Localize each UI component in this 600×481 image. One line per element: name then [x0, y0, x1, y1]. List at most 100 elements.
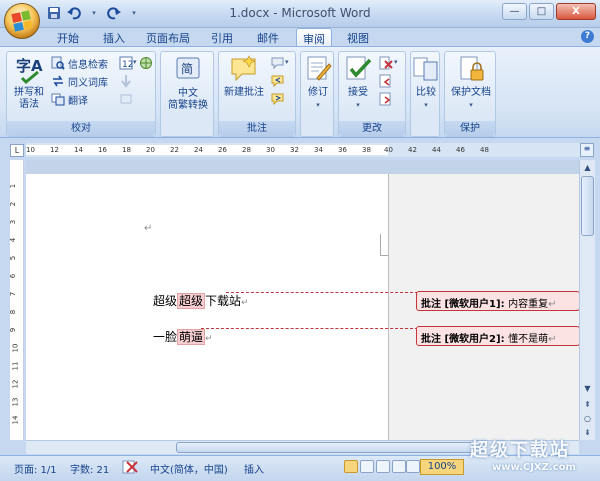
tab-home[interactable]: 开始	[50, 28, 86, 46]
group-tracking: 修订 ▾	[300, 51, 334, 137]
tab-insert[interactable]: 插入	[96, 28, 132, 46]
accept-button[interactable]: 接受 ▾	[341, 54, 375, 111]
previous-page-icon[interactable]: ⇞	[581, 398, 594, 411]
disabled-tool-icon	[119, 74, 133, 88]
tab-selector[interactable]: L	[10, 144, 24, 157]
translate-icon	[51, 92, 65, 106]
office-logo-icon	[11, 10, 33, 32]
vruler-tick: 9	[9, 327, 18, 333]
scroll-up-icon[interactable]: ▲	[581, 161, 594, 174]
proofing-status-icon[interactable]	[122, 459, 140, 478]
previous-change-icon[interactable]	[379, 74, 393, 88]
delete-comment-icon[interactable]	[271, 56, 285, 70]
site-watermark: 超级下载站 www.CJXZ.com	[470, 436, 600, 480]
web-layout-icon[interactable]	[376, 460, 390, 473]
spelling-grammar-button[interactable]: 字A 拼写和 语法	[11, 54, 47, 111]
word-count[interactable]: 字数: 21	[70, 461, 109, 476]
line1-text-b: 下载站	[205, 294, 242, 308]
ruler-tick: 24	[194, 146, 203, 154]
scroll-down-icon[interactable]: ▼	[581, 382, 594, 395]
vruler-tick: 2	[9, 201, 18, 207]
margin-corner	[380, 234, 388, 256]
minimize-button[interactable]: —	[502, 3, 527, 20]
comment-1-text: 内容重复	[508, 299, 549, 310]
page-count[interactable]: 页面: 1/1	[14, 461, 57, 476]
document-page[interactable]: ↵ 超级 超级 下载站↵ 一脸 萌逼 ↵	[26, 174, 388, 440]
comments-group-label: 批注	[219, 121, 295, 136]
language-dropdown-icon[interactable]: ▾	[133, 58, 137, 66]
horizontal-scroll-thumb[interactable]	[176, 442, 476, 453]
ruler-tick: 20	[146, 146, 155, 154]
ribbon-tabs: 开始 插入 页面布局 引用 邮件 审阅 视图	[0, 28, 600, 46]
word-count-icon[interactable]: 12	[119, 56, 133, 70]
reject-icon[interactable]	[379, 56, 393, 70]
reject-dropdown-icon[interactable]: ▾	[394, 58, 398, 66]
print-layout-icon[interactable]	[344, 460, 358, 473]
comment-highlight-1[interactable]: 超级	[177, 293, 206, 309]
paragraph-mark: ↵	[241, 298, 249, 308]
tab-view[interactable]: 视图	[340, 28, 376, 46]
compare-dropdown-icon: ▾	[424, 101, 428, 109]
close-button[interactable]: X	[556, 3, 596, 20]
vruler-tick: 4	[9, 237, 18, 243]
vruler-tick: 14	[11, 415, 20, 425]
translate-button[interactable]: 翻译	[51, 91, 88, 107]
thesaurus-label: 同义词库	[68, 77, 108, 89]
comment-highlight-2[interactable]: 萌逼	[177, 329, 206, 345]
zoom-level[interactable]: 100%	[420, 459, 464, 475]
ruler-tick: 40	[384, 146, 393, 154]
group-chinese: 简 中文 简繁转换	[160, 51, 214, 137]
set-language-icon[interactable]	[139, 56, 153, 70]
new-comment-icon	[229, 54, 259, 84]
ruler-tick: 12	[50, 146, 59, 154]
document-line-2[interactable]: 一脸 萌逼 ↵	[153, 328, 213, 345]
research-button[interactable]: 信息检索	[51, 55, 108, 71]
maximize-button[interactable]: □	[529, 3, 554, 20]
full-screen-reading-icon[interactable]	[360, 460, 374, 473]
office-button[interactable]	[4, 3, 40, 39]
document-line-1[interactable]: 超级 超级 下载站↵	[153, 292, 249, 309]
view-ruler-icon[interactable]: ≡	[580, 143, 594, 157]
language-status[interactable]: 中文(简体，中国)	[150, 461, 228, 476]
insert-mode[interactable]: 插入	[244, 461, 264, 476]
outline-view-icon[interactable]	[392, 460, 406, 473]
delete-comment-dropdown-icon[interactable]: ▾	[285, 58, 289, 66]
group-proofing: 字A 拼写和 语法 信息检索 同义词库 翻译 12 ▾ 校对	[6, 51, 156, 137]
accept-label: 接受	[348, 87, 368, 98]
vruler-tick: 3	[9, 219, 18, 225]
vertical-scrollbar[interactable]: ▲ ▼ ⇞ ○ ⇟	[579, 160, 595, 440]
comment-1-author: 微软用户1]:	[449, 299, 509, 310]
next-change-icon[interactable]	[379, 92, 393, 106]
compare-icon	[411, 54, 441, 84]
comment-balloon-2[interactable]: 批注 [微软用户2]: 懂不是萌↵	[416, 326, 579, 346]
protect-document-button[interactable]: 保护文档 ▾	[446, 54, 496, 111]
compare-button[interactable]: 比较 ▾	[411, 54, 441, 111]
draft-view-icon[interactable]	[406, 460, 420, 473]
vruler-tick: 6	[9, 273, 18, 279]
thesaurus-button[interactable]: 同义词库	[51, 73, 108, 89]
track-changes-button[interactable]: 修订 ▾	[302, 54, 334, 111]
group-protect: 保护文档 ▾ 保护	[444, 51, 496, 137]
ribbon: 字A 拼写和 语法 信息检索 同义词库 翻译 12 ▾ 校对 简 中文 简繁转换…	[0, 46, 600, 138]
tab-page-layout[interactable]: 页面布局	[142, 28, 194, 46]
vertical-scroll-thumb[interactable]	[581, 176, 594, 236]
chinese-conversion-label: 中文 简繁转换	[168, 88, 208, 111]
tab-review[interactable]: 审阅	[296, 28, 332, 46]
new-comment-button[interactable]: 新建批注	[221, 54, 267, 99]
help-icon[interactable]: ?	[581, 30, 594, 43]
comment-balloon-1[interactable]: 批注 [微软用户1]: 内容重复↵	[416, 291, 579, 311]
vertical-ruler[interactable]: 1 2 3 4 5 6 7 8 9 10 11 12 13 14	[9, 160, 24, 440]
disabled-tool2-icon	[119, 92, 133, 106]
group-changes: 接受 ▾ ▾ 更改	[338, 51, 406, 137]
previous-comment-icon[interactable]	[271, 74, 285, 88]
chinese-conversion-button[interactable]: 简 中文 简繁转换	[163, 54, 213, 112]
ruler-tick: 42	[408, 146, 417, 154]
browse-object-icon[interactable]: ○	[581, 412, 594, 425]
ruler-tick: 38	[362, 146, 371, 154]
tab-references[interactable]: 引用	[204, 28, 240, 46]
next-comment-icon[interactable]	[271, 92, 285, 106]
track-changes-icon	[303, 54, 333, 84]
research-label: 信息检索	[68, 59, 108, 71]
horizontal-ruler[interactable]: 10 12 14 16 18 20 22 24 26 28 30 32 34 3…	[26, 143, 586, 157]
tab-mailings[interactable]: 邮件	[250, 28, 286, 46]
